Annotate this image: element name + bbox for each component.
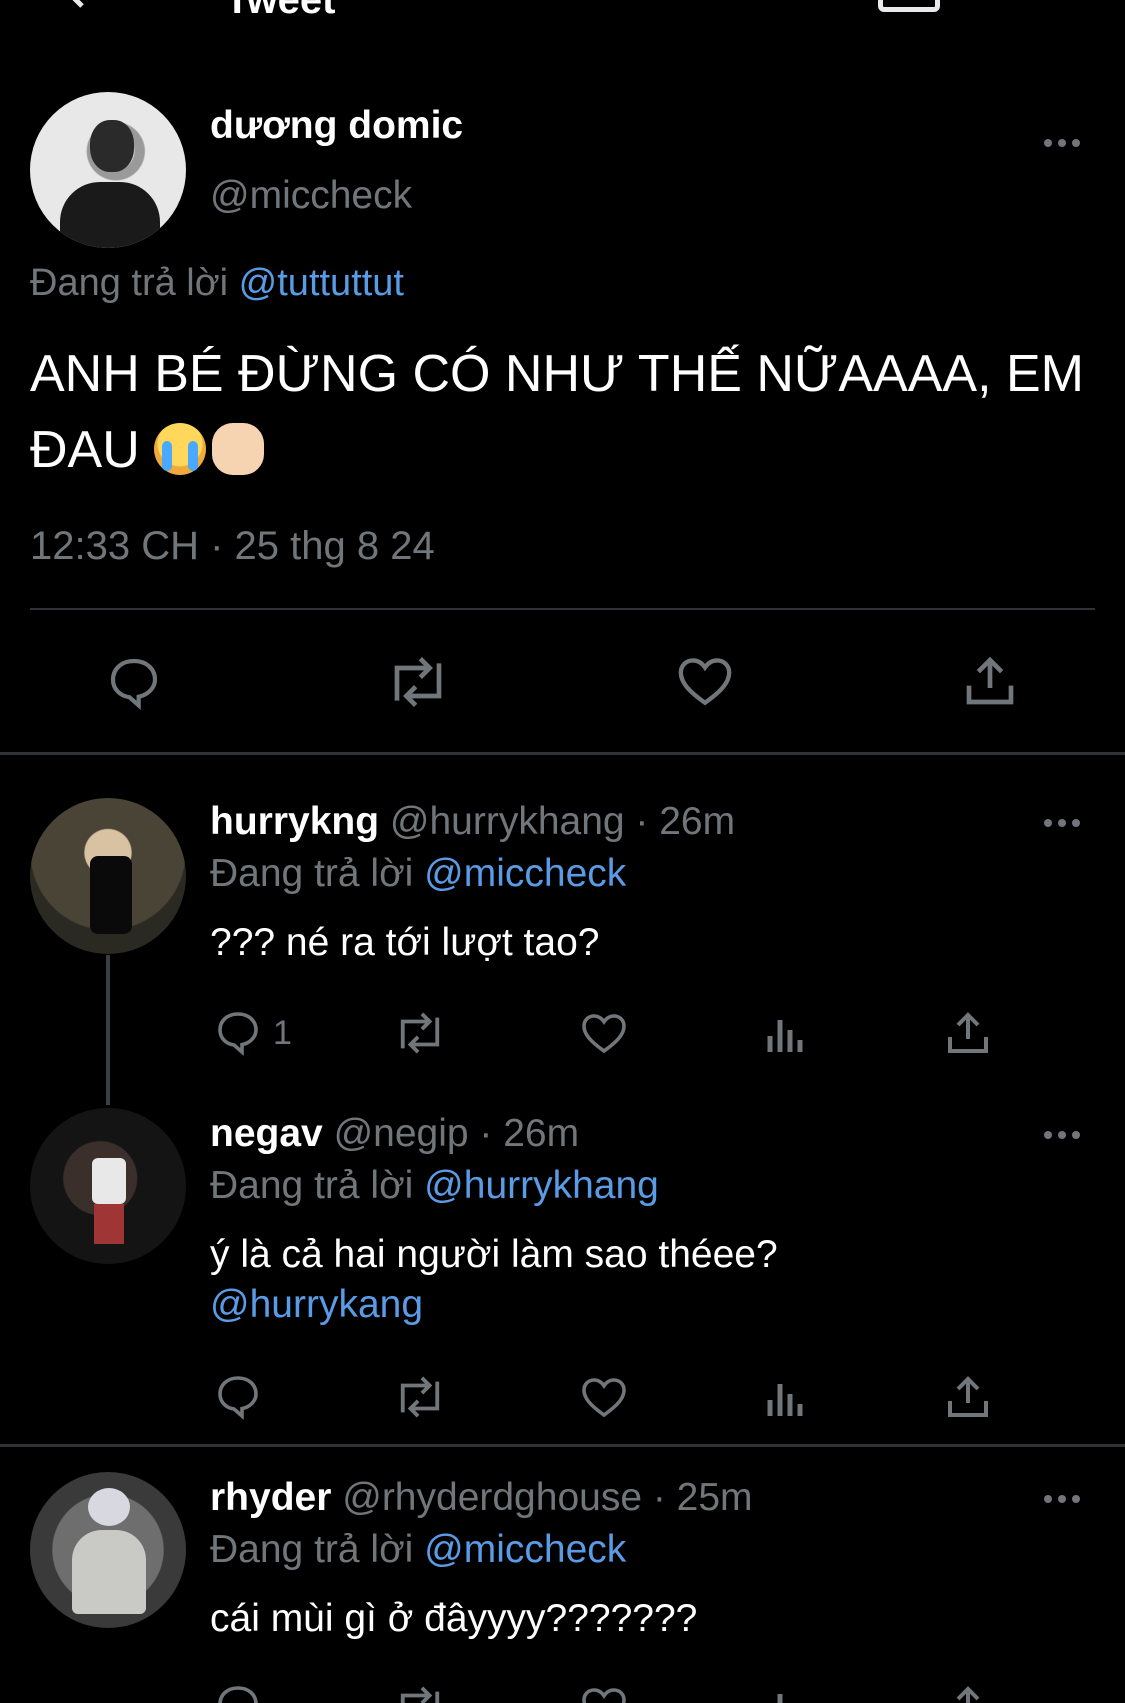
more-options-icon[interactable] — [1044, 1495, 1084, 1505]
replying-to-handle[interactable]: @tuttuttut — [239, 262, 404, 304]
crying-face-icon — [154, 423, 207, 475]
like-icon[interactable] — [580, 1010, 628, 1056]
author-handle[interactable]: @miccheck — [210, 174, 412, 218]
reply-header: hurrykng @hurrykhang · 26m — [210, 800, 735, 844]
divider — [0, 1444, 1125, 1447]
tweet-text-word: ĐAU — [30, 421, 140, 479]
views-icon[interactable] — [764, 1686, 808, 1703]
replying-to-handle[interactable]: @miccheck — [424, 852, 626, 895]
author-meta: @rhyderdghouse · 25m — [342, 1476, 753, 1519]
divider — [30, 608, 1095, 610]
tweet-text: ANH BÉ ĐỪNG CÓ NHƯ THẾ NỮAAAA, EM ĐAU — [30, 336, 1120, 488]
retweet-icon[interactable] — [392, 1010, 448, 1056]
replying-to-label: Đang trả lời — [210, 1528, 414, 1571]
reply-icon[interactable] — [214, 1682, 262, 1703]
replying-to-label: Đang trả lời — [210, 1164, 414, 1207]
like-icon[interactable] — [580, 1684, 628, 1703]
thread-connector — [106, 955, 110, 1105]
tweet-text-line: ĐAU — [30, 412, 1120, 488]
share-icon[interactable] — [944, 1008, 992, 1058]
replying-to: Đang trả lời @miccheck — [210, 852, 626, 896]
replying-to-handle[interactable]: @miccheck — [424, 1528, 626, 1571]
avatar[interactable] — [30, 1108, 186, 1264]
author-meta: @hurrykhang · 26m — [389, 800, 736, 843]
author-name[interactable]: hurrykng — [210, 800, 379, 843]
top-bar: Tweet — [0, 0, 1125, 20]
replying-to: Đang trả lời @miccheck — [210, 1528, 626, 1572]
reply-count: 1 — [273, 1014, 292, 1052]
bookmark-icon[interactable] — [878, 0, 940, 12]
tweet-timestamp: 12:33 CH · 25 thg 8 24 — [30, 524, 435, 568]
share-icon[interactable] — [944, 1682, 992, 1703]
reply-text: ý là cả hai người làm sao théee? @hurryk… — [210, 1230, 1090, 1330]
author-name[interactable]: rhyder — [210, 1476, 331, 1519]
replying-to: Đang trả lời @hurrykhang — [210, 1164, 659, 1208]
reply-text-line: ý là cả hai người làm sao théee? — [210, 1233, 778, 1276]
reply-icon[interactable] — [106, 654, 162, 710]
avatar[interactable] — [30, 1472, 186, 1628]
mention-link[interactable]: @hurrykang — [210, 1280, 1090, 1330]
reply-icon[interactable] — [214, 1008, 262, 1056]
tweet-text-line: ANH BÉ ĐỪNG CÓ NHƯ THẾ NỮAAAA, EM — [30, 345, 1084, 403]
share-icon[interactable] — [944, 1372, 992, 1422]
views-icon[interactable] — [764, 1376, 808, 1420]
like-list-icon[interactable] — [1020, 0, 1090, 10]
reply-icon[interactable] — [214, 1372, 262, 1420]
more-options-icon[interactable] — [1044, 139, 1084, 149]
pointing-hand-icon — [212, 423, 265, 475]
like-icon[interactable] — [580, 1374, 628, 1420]
retweet-icon[interactable] — [384, 654, 452, 710]
back-arrow-icon[interactable] — [56, 0, 96, 10]
retweet-icon[interactable] — [392, 1374, 448, 1420]
divider — [0, 752, 1125, 755]
author-name[interactable]: dương domic — [210, 104, 463, 148]
author-name[interactable]: negav — [210, 1112, 323, 1155]
reply-text: ??? né ra tới lượt tao? — [210, 921, 600, 964]
page-title: Tweet — [225, 0, 335, 20]
avatar[interactable] — [30, 798, 186, 954]
replying-to-label: Đang trả lời — [210, 852, 414, 895]
more-options-icon[interactable] — [1044, 819, 1084, 829]
reply-header: negav @negip · 26m — [210, 1112, 579, 1156]
replying-to: Đang trả lời @tuttuttut — [30, 262, 404, 305]
more-options-icon[interactable] — [1044, 1131, 1084, 1141]
like-icon[interactable] — [676, 654, 734, 708]
reply-header: rhyder @rhyderdghouse · 25m — [210, 1476, 753, 1520]
reply-text: cái mùi gì ở đâyyyy??????? — [210, 1597, 698, 1640]
replying-to-handle[interactable]: @hurrykhang — [424, 1164, 659, 1207]
replying-to-label: Đang trả lời — [30, 262, 229, 304]
views-icon[interactable] — [764, 1012, 808, 1056]
avatar[interactable] — [30, 92, 186, 248]
retweet-icon[interactable] — [392, 1684, 448, 1703]
share-icon[interactable] — [962, 652, 1018, 710]
author-meta: @negip · 26m — [333, 1112, 580, 1155]
